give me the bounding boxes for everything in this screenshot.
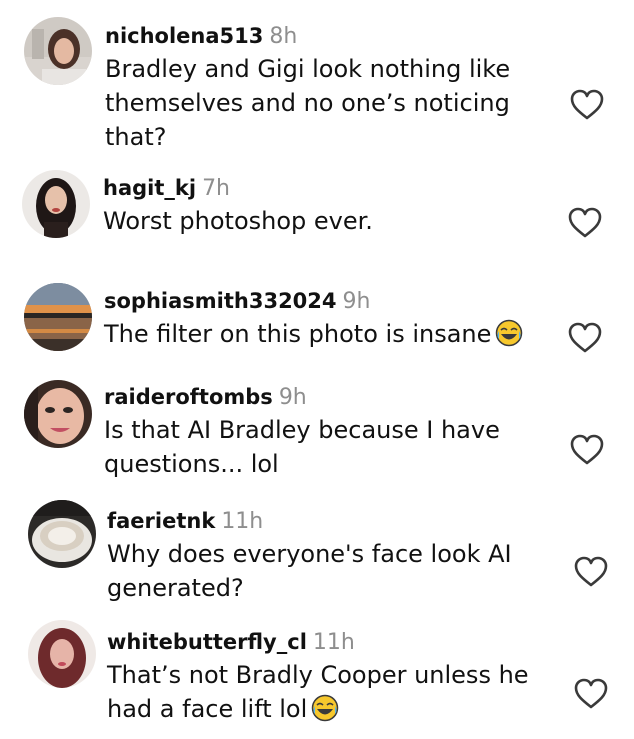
profile-photo-face-closeup-icon (24, 380, 92, 448)
face-with-tears-of-joy-emoji (311, 694, 339, 722)
comment-text-line: had a face lift lol (107, 692, 529, 726)
username[interactable]: faerietnk (107, 509, 215, 533)
comment-text-line: Worst photoshop ever. (103, 207, 373, 235)
face-with-tears-of-joy-emoji (495, 319, 523, 347)
timestamp: 11h (312, 630, 355, 655)
avatar[interactable] (24, 17, 92, 85)
comment-text-line: Is that AI Bradley because I have (104, 416, 500, 444)
comment-text-line: generated? (107, 574, 244, 602)
heart-outline-icon[interactable] (568, 207, 602, 239)
profile-photo-woman-icon (24, 17, 92, 85)
timestamp: 9h (342, 289, 371, 314)
comment-text-line: That’s not Bradly Cooper unless he (107, 661, 529, 689)
profile-photo-sunset-icon (24, 283, 92, 351)
comment-item: nicholena513 8h Bradley and Gigi look not… (0, 0, 634, 170)
comment-item: hagit_kj 7h Worst photoshop ever. (0, 170, 634, 280)
username[interactable]: sophiasmith332024 (104, 289, 337, 313)
comment-item: sophiasmith332024 9h The filter on this p… (0, 280, 634, 380)
comment-text-line: themselves and no one’s noticing (105, 89, 510, 117)
username[interactable]: hagit_kj (103, 176, 196, 200)
comment-text: The filter on this photo is insane (104, 320, 492, 348)
comment-item: whitebutterfly_cl 11h That’s not Bradly C… (0, 615, 634, 739)
heart-outline-icon[interactable] (568, 322, 602, 354)
heart-outline-icon[interactable] (570, 89, 604, 121)
timestamp: 11h (221, 509, 264, 534)
comment-item: faerietnk 11h Why does everyone's face lo… (0, 495, 634, 615)
comment-text-line: that? (105, 123, 167, 151)
heart-outline-icon[interactable] (574, 678, 608, 710)
username[interactable]: raideroftombs (104, 385, 273, 409)
avatar[interactable] (28, 620, 96, 688)
comment-text-line: Bradley and Gigi look nothing like (105, 55, 511, 83)
timestamp: 9h (278, 385, 307, 410)
timestamp: 8h (269, 24, 298, 49)
timestamp: 7h (202, 176, 231, 201)
profile-photo-woman-dark-hair-icon (22, 170, 90, 238)
heart-outline-icon[interactable] (574, 556, 608, 588)
comment-text: had a face lift lol (107, 695, 308, 723)
profile-photo-coffee-cup-icon (28, 500, 96, 568)
profile-photo-woman-red-hair-icon (28, 620, 96, 688)
avatar[interactable] (22, 170, 90, 238)
username[interactable]: whitebutterfly_cl (107, 630, 307, 654)
heart-outline-icon[interactable] (570, 434, 604, 466)
comment-item: raideroftombs 9h Is that AI Bradley becau… (0, 380, 634, 495)
avatar[interactable] (28, 500, 96, 568)
comment-text-line: questions... lol (104, 450, 279, 478)
username[interactable]: nicholena513 (105, 24, 263, 48)
comment-text-line: Why does everyone's face look AI (107, 540, 512, 568)
avatar[interactable] (24, 380, 92, 448)
avatar[interactable] (24, 283, 92, 351)
comment-text-line: The filter on this photo is insane (104, 317, 523, 351)
